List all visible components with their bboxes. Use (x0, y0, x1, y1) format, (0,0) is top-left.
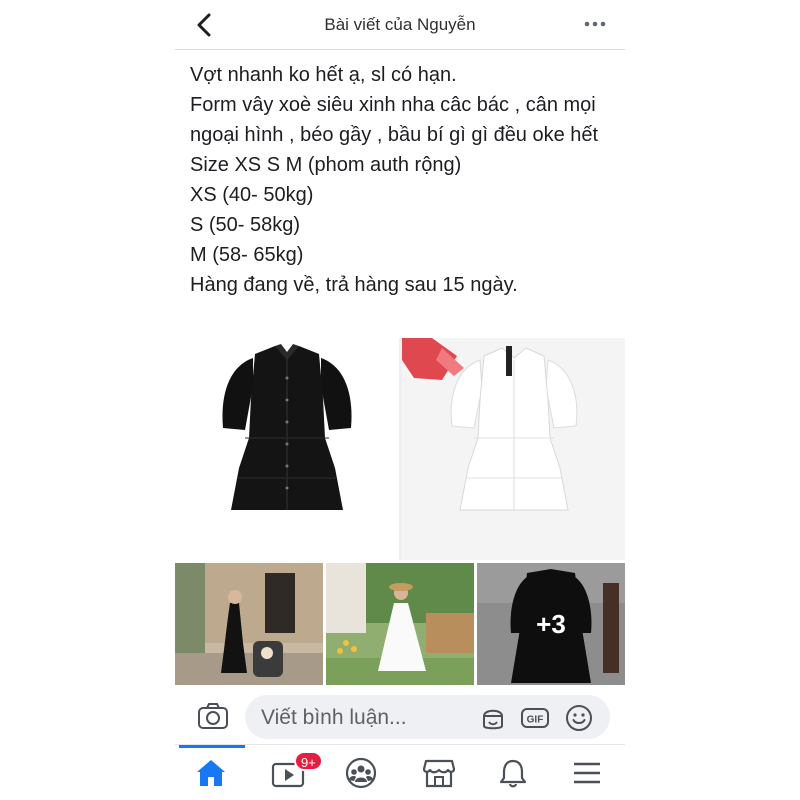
post-line: Size XS S M (phom auth rộng) (190, 154, 462, 176)
bell-icon (499, 759, 527, 788)
post-line: XS (40- 50kg) (190, 184, 314, 206)
home-icon (197, 760, 225, 786)
photo-black-dress[interactable] (175, 338, 399, 560)
active-tab-indicator (179, 745, 245, 748)
hamburger-menu-icon (574, 762, 600, 784)
tab-notifications[interactable] (495, 757, 535, 791)
gif-icon: GIF (521, 708, 549, 728)
post-line: M (58- 65kg) (190, 244, 304, 266)
emoji-button[interactable] (565, 704, 593, 732)
groups-icon (345, 757, 377, 789)
black-dress-image (175, 338, 399, 560)
avatar-sticker-button[interactable] (479, 704, 507, 732)
comment-input[interactable]: Viết bình luận... GIF (245, 695, 610, 739)
svg-text:GIF: GIF (527, 715, 544, 726)
post-line: Form vây xoè siêu xinh nha câc bác , cân… (190, 94, 599, 146)
more-options-button[interactable] (581, 14, 609, 34)
tab-home[interactable] (193, 757, 233, 791)
more-photos-count: +3 (536, 608, 566, 639)
ellipsis-icon (584, 21, 606, 27)
post-line: Vợt nhanh ko hết ạ, sl có hạn. (190, 64, 457, 86)
gif-button[interactable]: GIF (521, 704, 549, 732)
white-dress-image (402, 338, 625, 560)
comment-bar: Viết bình luận... GIF (175, 688, 625, 744)
top-bar: Bài viết của Nguyễn (175, 0, 625, 50)
more-photos-overlay[interactable]: +3 (477, 563, 625, 685)
post-line: S (50- 58kg) (190, 214, 301, 236)
marketplace-icon (422, 759, 456, 788)
tab-groups[interactable] (343, 757, 383, 791)
page-title: Bài viết của Nguyễn (324, 15, 476, 34)
photo-garden-white-dress[interactable] (326, 563, 474, 685)
photo-more[interactable]: +3 (477, 563, 625, 685)
tab-marketplace[interactable] (421, 757, 461, 791)
photo-white-dress[interactable] (402, 338, 625, 560)
post-line: Hàng đang về, trả hàng sau 15 ngày. (190, 274, 518, 296)
post-screen: Bài viết của Nguyễn Vợt nhanh ko hết ạ, … (175, 0, 625, 800)
smiley-icon (566, 705, 592, 731)
notification-badge: 9+ (294, 751, 323, 771)
tab-menu[interactable] (569, 757, 609, 791)
comment-placeholder: Viết bình luận... (261, 706, 407, 729)
avatar-sticker-icon (483, 709, 503, 730)
bottom-tab-bar: 9+ (175, 744, 625, 800)
street-photo-image (175, 563, 323, 685)
photo-street-mother-child[interactable] (175, 563, 323, 685)
camera-button[interactable] (197, 702, 229, 730)
tab-watch[interactable]: 9+ (270, 751, 323, 791)
garden-photo-image (326, 563, 474, 685)
camera-icon (198, 703, 228, 729)
post-body: Vợt nhanh ko hết ạ, sl có hạn. Form vây … (190, 60, 610, 300)
